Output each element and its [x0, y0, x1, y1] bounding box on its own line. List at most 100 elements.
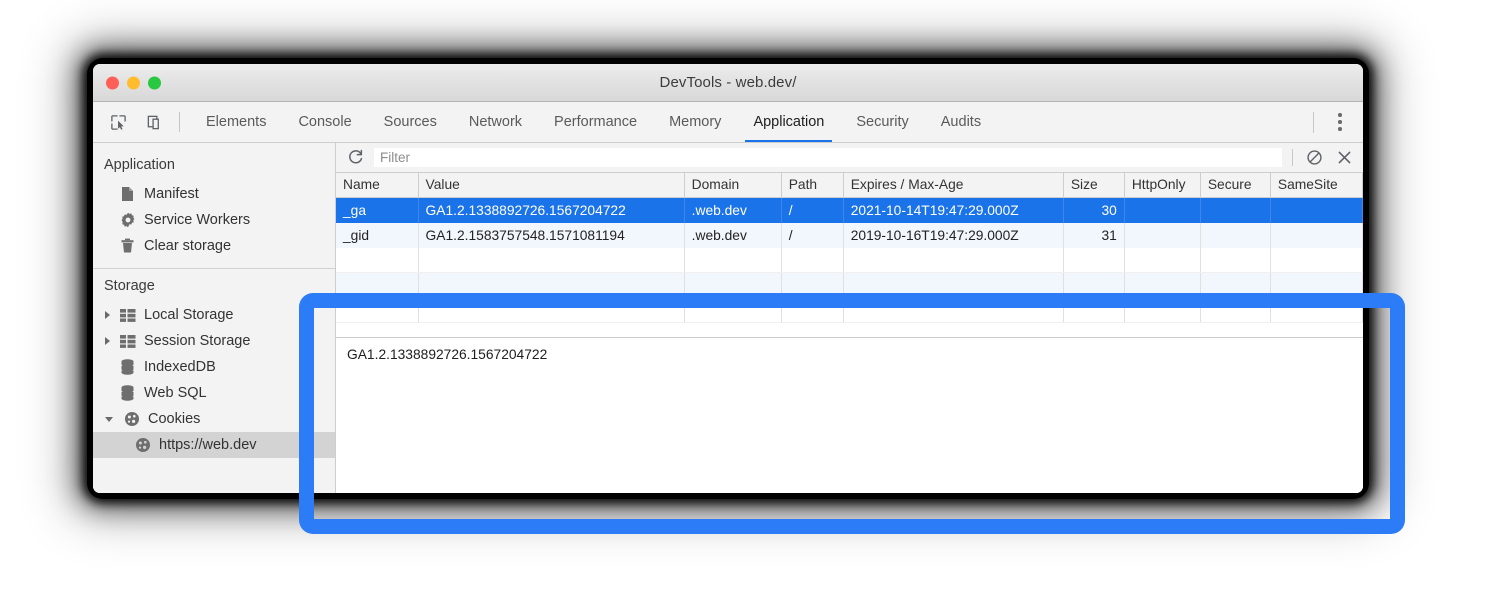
tab-security[interactable]: Security	[840, 102, 924, 142]
tab-label: Audits	[941, 114, 981, 130]
column-header-expires[interactable]: Expires / Max-Age	[843, 173, 1063, 198]
column-header-size[interactable]: Size	[1063, 173, 1124, 198]
cell-secure	[1200, 223, 1270, 248]
device-toolbar-icon[interactable]	[141, 109, 167, 135]
cell-samesite	[1270, 223, 1362, 248]
cell-value: GA1.2.1583757548.1571081194	[418, 223, 684, 248]
sidebar-item-label: IndexedDB	[144, 359, 216, 375]
tab-label: Security	[856, 114, 908, 130]
cell-size: 30	[1063, 198, 1124, 223]
tabbar-left-icons	[93, 102, 173, 142]
tab-label: Application	[753, 114, 824, 130]
block-clear-icon[interactable]	[1303, 147, 1325, 169]
close-window-button[interactable]	[106, 76, 119, 89]
sidebar-section-storage-title: Storage	[93, 272, 335, 302]
filter-input[interactable]	[374, 148, 1282, 167]
tab-label: Performance	[554, 114, 637, 130]
cell-domain: .web.dev	[684, 198, 781, 223]
minimize-window-button[interactable]	[127, 76, 140, 89]
refresh-icon[interactable]	[344, 147, 366, 169]
more-options-icon[interactable]	[1329, 109, 1351, 135]
cell-path: /	[781, 198, 843, 223]
column-header-name[interactable]: Name	[336, 173, 418, 198]
gear-icon	[119, 212, 136, 229]
column-header-value[interactable]: Value	[418, 173, 684, 198]
cell-expires: 2021-10-14T19:47:29.000Z	[843, 198, 1063, 223]
devtools-window: DevTools - web.dev/	[93, 64, 1363, 493]
tab-label: Network	[469, 114, 522, 130]
sidebar-item-indexeddb[interactable]: IndexedDB	[93, 354, 335, 380]
column-header-domain[interactable]: Domain	[684, 173, 781, 198]
tabbar-right-area	[1313, 102, 1363, 142]
zoom-window-button[interactable]	[148, 76, 161, 89]
column-header-httponly[interactable]: HttpOnly	[1124, 173, 1200, 198]
sidebar-item-label: Service Workers	[144, 212, 250, 228]
tab-label: Memory	[669, 114, 721, 130]
sidebar-item-web-sql[interactable]: Web SQL	[93, 380, 335, 406]
table-header-row: Name Value Domain Path Expires / Max-Age…	[336, 173, 1363, 198]
sidebar-item-clear-storage[interactable]: Clear storage	[93, 233, 335, 259]
tabbar-divider	[179, 112, 180, 132]
cell-samesite	[1270, 198, 1362, 223]
cell-domain: .web.dev	[684, 223, 781, 248]
tab-elements[interactable]: Elements	[190, 102, 282, 142]
devtools-tabs: Elements Console Sources Network Perform…	[190, 102, 1313, 142]
sidebar-item-label: Session Storage	[144, 333, 250, 349]
cell-httponly	[1124, 198, 1200, 223]
close-x-icon[interactable]	[1333, 147, 1355, 169]
tab-label: Elements	[206, 114, 266, 130]
table-row[interactable]: _gid GA1.2.1583757548.1571081194 .web.de…	[336, 223, 1363, 248]
sidebar-section-application-title: Application	[93, 151, 335, 181]
sidebar-item-cookies[interactable]: Cookies	[93, 406, 335, 432]
column-header-path[interactable]: Path	[781, 173, 843, 198]
tab-console[interactable]: Console	[282, 102, 367, 142]
cookie-value-preview-text: GA1.2.1338892726.1567204722	[347, 347, 547, 362]
sidebar-item-local-storage[interactable]: Local Storage	[93, 302, 335, 328]
table-grid-icon	[119, 307, 136, 324]
tab-network[interactable]: Network	[453, 102, 538, 142]
table-row-empty	[336, 248, 1363, 273]
table-row-empty	[336, 298, 1363, 323]
tab-application[interactable]: Application	[737, 102, 840, 142]
cell-secure	[1200, 198, 1270, 223]
inspect-element-icon[interactable]	[105, 109, 131, 135]
column-header-samesite[interactable]: SameSite	[1270, 173, 1362, 198]
cookies-table-container: Name Value Domain Path Expires / Max-Age…	[336, 173, 1363, 337]
sidebar-item-label: Manifest	[144, 186, 199, 202]
sidebar-item-label: Cookies	[148, 411, 200, 427]
cookie-value-preview-panel: GA1.2.1338892726.1567204722	[336, 337, 1363, 493]
table-grid-icon	[119, 333, 136, 350]
tab-audits[interactable]: Audits	[925, 102, 997, 142]
sidebar-item-session-storage[interactable]: Session Storage	[93, 328, 335, 354]
window-title: DevTools - web.dev/	[660, 74, 797, 91]
database-icon	[119, 385, 136, 402]
manifest-file-icon	[119, 186, 136, 203]
table-row-empty	[336, 273, 1363, 298]
cell-path: /	[781, 223, 843, 248]
table-row[interactable]: _ga GA1.2.1338892726.1567204722 .web.dev…	[336, 198, 1363, 223]
tab-performance[interactable]: Performance	[538, 102, 653, 142]
chevron-right-icon[interactable]	[105, 311, 110, 319]
tabbar-right-divider	[1313, 112, 1314, 133]
screenshot-stage: DevTools - web.dev/	[0, 0, 1499, 608]
toolbar-divider	[1292, 149, 1293, 166]
traffic-light-buttons[interactable]	[106, 76, 161, 89]
cell-httponly	[1124, 223, 1200, 248]
sidebar-item-label: Local Storage	[144, 307, 233, 323]
sidebar-divider	[93, 268, 335, 269]
column-header-secure[interactable]: Secure	[1200, 173, 1270, 198]
window-titlebar: DevTools - web.dev/	[93, 64, 1363, 102]
cookies-table: Name Value Domain Path Expires / Max-Age…	[336, 173, 1363, 323]
tab-memory[interactable]: Memory	[653, 102, 737, 142]
sidebar-item-manifest[interactable]: Manifest	[93, 181, 335, 207]
cookie-icon	[123, 411, 140, 428]
cell-name: _gid	[336, 223, 418, 248]
sidebar-item-cookie-origin[interactable]: https://web.dev	[93, 432, 335, 458]
chevron-right-icon[interactable]	[105, 337, 110, 345]
sidebar-item-service-workers[interactable]: Service Workers	[93, 207, 335, 233]
tab-sources[interactable]: Sources	[368, 102, 453, 142]
chevron-down-icon[interactable]	[105, 417, 113, 422]
cookie-icon	[134, 437, 151, 454]
cell-expires: 2019-10-16T19:47:29.000Z	[843, 223, 1063, 248]
cookies-toolbar	[336, 143, 1363, 173]
